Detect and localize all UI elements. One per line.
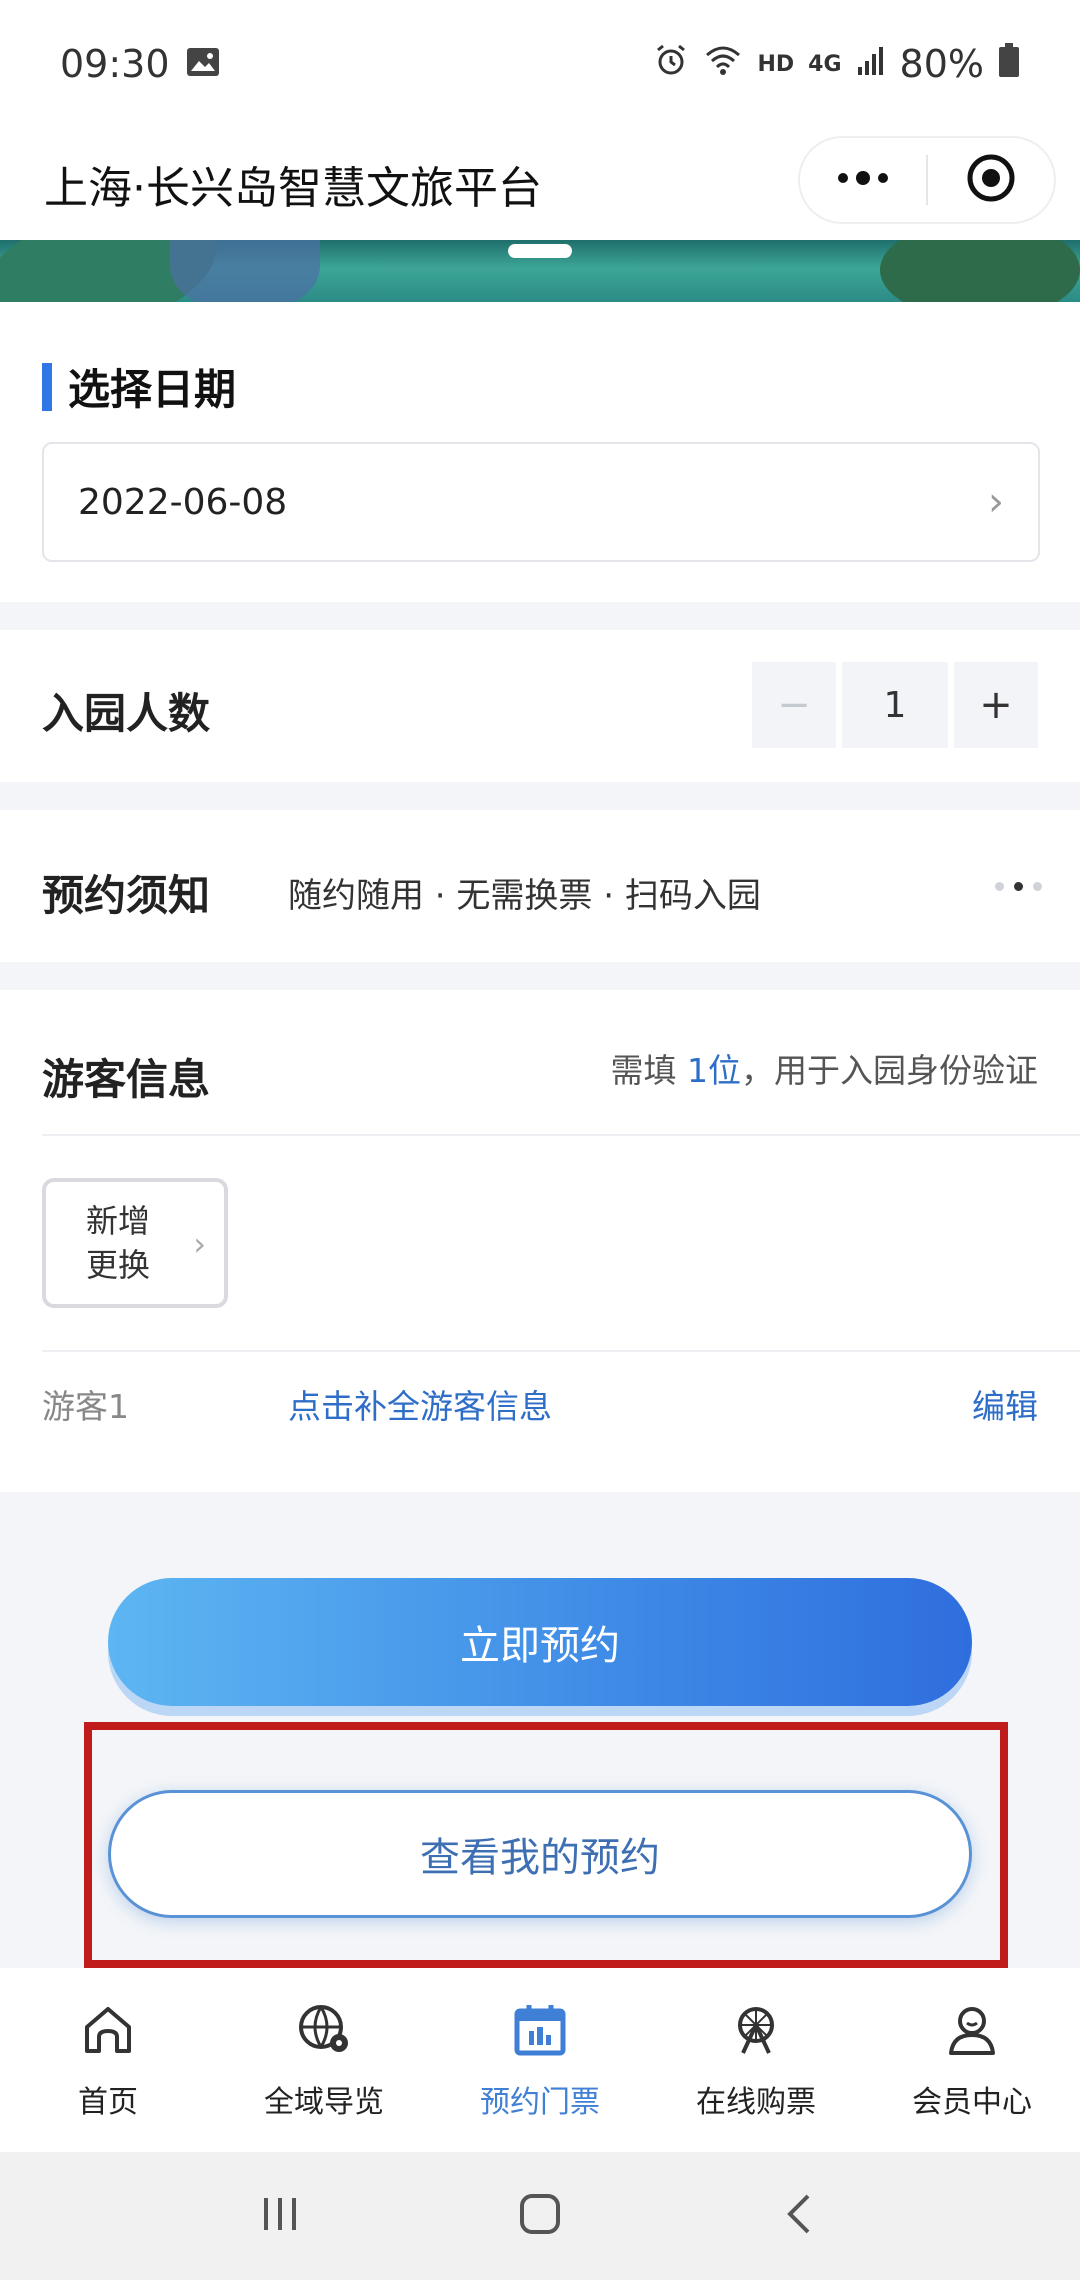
tab-buy-tickets[interactable]: 在线购票 bbox=[648, 1968, 864, 2152]
hint-prefix: 需填 bbox=[610, 1051, 677, 1090]
mini-program-capsule bbox=[798, 136, 1056, 224]
battery-icon bbox=[998, 42, 1020, 87]
booking-notice-section[interactable]: 预约须知 随约随用 · 无需换票 · 扫码入园 bbox=[0, 810, 1080, 962]
visitor-info-section: 游客信息 需填 1位，用于入园身份验证 新增 更换 › 游客1 点击补全游客信息… bbox=[0, 990, 1080, 1492]
target-icon bbox=[965, 152, 1017, 208]
battery-level: 80% bbox=[899, 42, 984, 86]
ferris-wheel-icon bbox=[725, 1999, 787, 2069]
add-change-visitor-button[interactable]: 新增 更换 › bbox=[42, 1178, 228, 1308]
signal-icon bbox=[856, 42, 886, 86]
wifi-icon bbox=[703, 42, 743, 86]
date-section-title: 选择日期 bbox=[42, 356, 236, 417]
book-now-button[interactable]: 立即预约 bbox=[108, 1578, 972, 1706]
date-section-label: 选择日期 bbox=[68, 365, 237, 414]
calendar-icon bbox=[509, 1999, 571, 2069]
view-my-booking-button[interactable]: 查看我的预约 bbox=[108, 1790, 972, 1918]
add-label: 新增 bbox=[86, 1202, 151, 1240]
date-picker[interactable]: 2022-06-08 › bbox=[42, 442, 1040, 562]
alarm-icon bbox=[653, 42, 689, 87]
banner-image bbox=[0, 240, 1080, 302]
tab-guide[interactable]: 全域导览 bbox=[216, 1968, 432, 2152]
more-dots-icon[interactable] bbox=[995, 882, 1042, 891]
system-navigation-bar bbox=[0, 2152, 1080, 2280]
chevron-right-icon: › bbox=[193, 1225, 206, 1263]
quantity-stepper: − 1 + bbox=[752, 662, 1038, 748]
user-icon bbox=[941, 1999, 1003, 2069]
gallery-icon bbox=[186, 42, 220, 86]
visitor-info-hint: 需填 1位，用于入园身份验证 bbox=[611, 1044, 1039, 1092]
tab-label: 首页 bbox=[78, 2085, 138, 2120]
banner-indicator bbox=[508, 244, 572, 258]
status-bar: 09:30 HD 4G 80% bbox=[0, 0, 1080, 128]
booking-notice-label: 预约须知 bbox=[42, 871, 211, 920]
divider bbox=[42, 1134, 1080, 1136]
chevron-right-icon: › bbox=[988, 479, 1004, 525]
tab-label: 预约门票 bbox=[480, 2085, 600, 2120]
title-accent-bar bbox=[42, 362, 52, 411]
edit-visitor-link[interactable]: 编辑 bbox=[972, 1380, 1038, 1428]
booking-notice-text: 随约随用 · 无需换票 · 扫码入园 bbox=[288, 876, 761, 916]
globe-location-icon bbox=[293, 1999, 355, 2069]
visitor-count-section: 入园人数 − 1 + bbox=[0, 630, 1080, 782]
visitor-count-label: 入园人数 bbox=[42, 689, 211, 738]
more-button[interactable] bbox=[800, 138, 926, 222]
hint-count: 1位 bbox=[687, 1051, 741, 1090]
tab-label: 会员中心 bbox=[912, 2085, 1032, 2120]
bottom-tab-bar: 首页 全域导览 预约门票 在线购票 会员中心 bbox=[0, 1968, 1080, 2152]
tab-label: 在线购票 bbox=[696, 2085, 816, 2120]
network-type: HD bbox=[757, 51, 795, 77]
divider bbox=[42, 1350, 1080, 1352]
increment-button[interactable]: + bbox=[954, 662, 1038, 748]
decrement-button[interactable]: − bbox=[752, 662, 836, 748]
recent-apps-icon[interactable] bbox=[254, 2188, 306, 2244]
tab-reservation[interactable]: 预约门票 bbox=[432, 1968, 648, 2152]
visitor-name: 游客1 bbox=[42, 1387, 129, 1426]
date-section: 选择日期 2022-06-08 › bbox=[0, 302, 1080, 602]
change-label: 更换 bbox=[86, 1246, 151, 1284]
back-icon[interactable] bbox=[774, 2188, 826, 2244]
quantity-value[interactable]: 1 bbox=[842, 662, 948, 748]
more-icon bbox=[833, 168, 893, 192]
status-time: 09:30 bbox=[60, 42, 170, 86]
tab-home[interactable]: 首页 bbox=[0, 1968, 216, 2152]
complete-visitor-info-link[interactable]: 点击补全游客信息 bbox=[288, 1380, 552, 1428]
close-button[interactable] bbox=[928, 138, 1054, 222]
signal-type: 4G bbox=[808, 51, 842, 77]
tab-member[interactable]: 会员中心 bbox=[864, 1968, 1080, 2152]
home-icon bbox=[77, 1999, 139, 2069]
visitor-info-label: 游客信息 bbox=[42, 1055, 211, 1104]
visitor-row: 游客1 点击补全游客信息 编辑 bbox=[42, 1380, 1038, 1428]
hint-suffix: ，用于入园身份验证 bbox=[741, 1051, 1038, 1090]
date-value: 2022-06-08 bbox=[78, 481, 288, 523]
mini-program-header: 上海·长兴岛智慧文旅平台 bbox=[0, 128, 1080, 240]
home-button-icon[interactable] bbox=[514, 2188, 566, 2244]
page-title: 上海·长兴岛智慧文旅平台 bbox=[44, 163, 542, 214]
tab-label: 全域导览 bbox=[264, 2085, 384, 2120]
